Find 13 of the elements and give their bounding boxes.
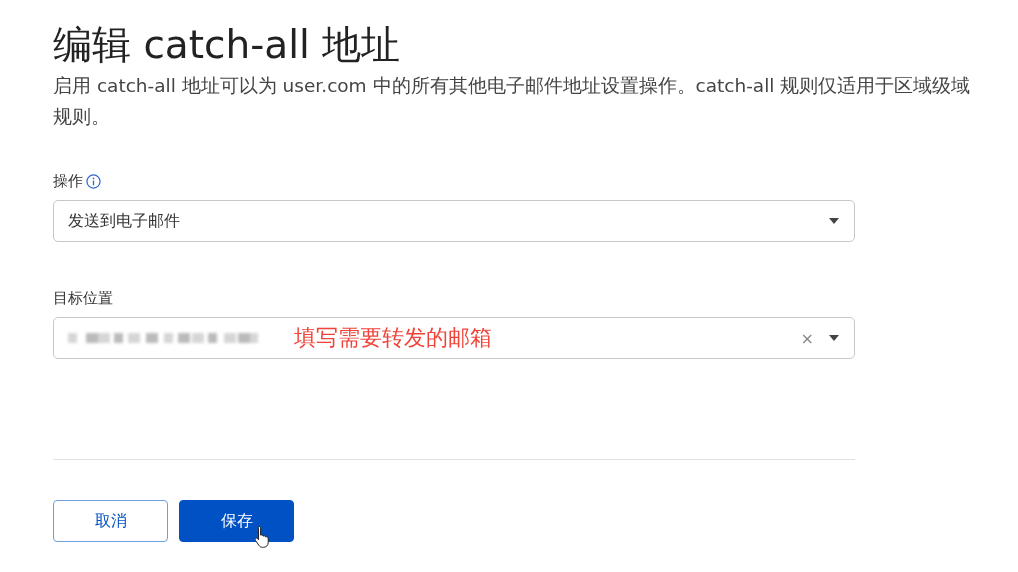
caret-icon[interactable] xyxy=(828,334,840,342)
field-label: 目标位置 xyxy=(53,288,113,308)
caret-icon[interactable] xyxy=(828,217,840,225)
select-field[interactable]: 发送到电子邮件 xyxy=(53,200,855,242)
description-text: 启用 catch-all 地址可以为 user.com 中的所有其他电子邮件地址设置操作。catch-all 规则仅适用于区域级域 xyxy=(53,74,971,98)
clear-button[interactable]: × xyxy=(800,328,814,348)
description-text: 规则。 xyxy=(53,105,110,129)
field-label: 操作 xyxy=(53,171,83,191)
page-title: 编辑 catch-all 地址 xyxy=(53,21,401,69)
info-icon[interactable] xyxy=(86,173,101,189)
select-field[interactable]: 填写需要转发的邮箱 × xyxy=(53,317,855,359)
cancel-button[interactable]: 取消 xyxy=(53,500,168,542)
annotation-text: 填写需要转发的邮箱 xyxy=(294,324,492,352)
